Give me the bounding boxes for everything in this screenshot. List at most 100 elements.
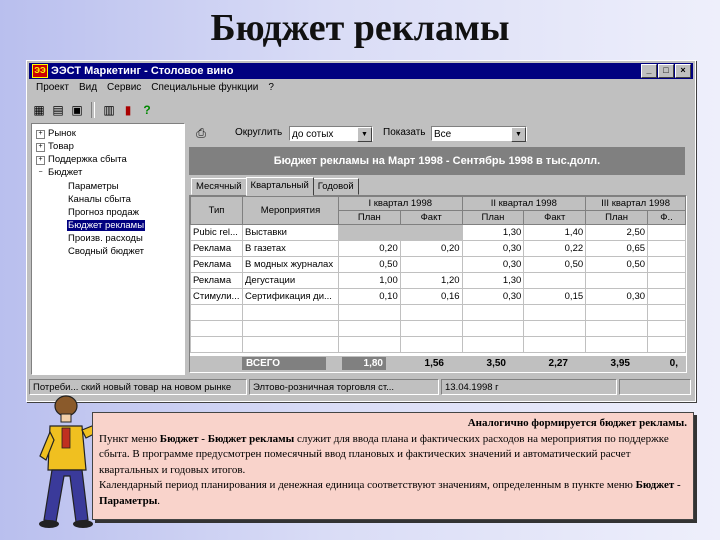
- cell-empty[interactable]: [337, 320, 401, 337]
- table-row[interactable]: Pubic rel... Выставки 1,30 1,40 2,50: [190, 224, 686, 241]
- window-titlebar[interactable]: ЭЭ ЭЭСТ Маркетинг - Столовое вино _ □ ×: [29, 63, 693, 79]
- cell-value[interactable]: 1,00: [337, 272, 401, 289]
- close-button[interactable]: ×: [675, 64, 691, 78]
- cell-empty[interactable]: [647, 336, 686, 353]
- cell-event[interactable]: Выставки: [241, 224, 339, 241]
- cell-value[interactable]: 0,22: [523, 240, 587, 257]
- tab-monthly[interactable]: Месячный: [191, 178, 247, 195]
- table-row[interactable]: Реклама В газетах 0,20 0,20 0,30 0,22 0,65: [190, 240, 686, 257]
- table-row-empty[interactable]: [190, 320, 686, 337]
- cell-value[interactable]: [647, 240, 686, 257]
- printer-icon[interactable]: ⎙: [193, 125, 209, 141]
- round-select[interactable]: до сотых ▼: [289, 126, 373, 142]
- cell-value[interactable]: 1,40: [523, 224, 587, 241]
- expand-icon[interactable]: +: [36, 143, 45, 152]
- cell-empty[interactable]: [585, 320, 649, 337]
- grid-icon[interactable]: ▦: [31, 102, 47, 118]
- tree-item-summary-budget[interactable]: Сводный бюджет: [68, 246, 144, 257]
- cell-type[interactable]: Реклама: [190, 256, 243, 273]
- cell-value[interactable]: [647, 224, 686, 241]
- tree-item-sales-channels[interactable]: Каналы сбыта: [68, 194, 131, 205]
- tab-quarterly[interactable]: Квартальный: [245, 177, 314, 196]
- col-header-event[interactable]: Мероприятия: [241, 196, 339, 225]
- cell-empty[interactable]: [461, 320, 525, 337]
- cell-value[interactable]: 0,30: [461, 240, 525, 257]
- tree-item-budget[interactable]: Бюджет: [48, 167, 82, 178]
- tab-yearly[interactable]: Годовой: [312, 178, 359, 195]
- cell-empty[interactable]: [523, 304, 587, 321]
- cell-empty[interactable]: [241, 320, 339, 337]
- tree-item-ad-budget[interactable]: Бюджет рекламы: [67, 220, 146, 231]
- cell-empty[interactable]: [337, 304, 401, 321]
- cell-value[interactable]: 0,30: [461, 288, 525, 305]
- cell-empty[interactable]: [647, 304, 686, 321]
- cell-empty[interactable]: [190, 304, 243, 321]
- cell-empty[interactable]: [585, 304, 649, 321]
- cell-empty[interactable]: [399, 320, 463, 337]
- collapse-icon[interactable]: −: [36, 169, 45, 178]
- menu-help[interactable]: ?: [263, 81, 279, 97]
- cell-empty[interactable]: [585, 336, 649, 353]
- cell-event[interactable]: Дегустации: [241, 272, 339, 289]
- menu-special[interactable]: Специальные функции: [146, 81, 263, 97]
- menu-service[interactable]: Сервис: [102, 81, 146, 97]
- cell-value[interactable]: [399, 256, 463, 273]
- cell-value[interactable]: [647, 256, 686, 273]
- cell-empty[interactable]: [190, 336, 243, 353]
- cell-empty[interactable]: [190, 320, 243, 337]
- help-icon[interactable]: ?: [139, 102, 155, 118]
- cell-value[interactable]: 0,50: [337, 256, 401, 273]
- cell-empty[interactable]: [399, 336, 463, 353]
- expand-icon[interactable]: +: [36, 130, 45, 139]
- maximize-button[interactable]: □: [658, 64, 674, 78]
- cell-value[interactable]: 1,30: [461, 272, 525, 289]
- form-icon[interactable]: ▣: [69, 102, 85, 118]
- cell-value[interactable]: 0,30: [585, 288, 649, 305]
- cell-value[interactable]: 0,30: [461, 256, 525, 273]
- cell-empty[interactable]: [241, 336, 339, 353]
- expand-icon[interactable]: +: [36, 156, 45, 165]
- cell-value[interactable]: 0,20: [337, 240, 401, 257]
- cell-empty[interactable]: [399, 304, 463, 321]
- cell-value[interactable]: 1,30: [461, 224, 525, 241]
- cell-empty[interactable]: [241, 304, 339, 321]
- cell-value[interactable]: [337, 224, 401, 241]
- cell-value[interactable]: 0,50: [523, 256, 587, 273]
- cell-event[interactable]: В модных журналах: [241, 256, 339, 273]
- cell-empty[interactable]: [523, 336, 587, 353]
- cell-value[interactable]: 0,50: [585, 256, 649, 273]
- tree-item-production-costs[interactable]: Произв. расходы: [68, 233, 143, 244]
- exit-door-icon[interactable]: ▮: [120, 102, 136, 118]
- cell-value[interactable]: 2,50: [585, 224, 649, 241]
- table-icon[interactable]: ▤: [50, 102, 66, 118]
- cell-value[interactable]: 0,10: [337, 288, 401, 305]
- cell-event[interactable]: В газетах: [241, 240, 339, 257]
- menu-view[interactable]: Вид: [74, 81, 102, 97]
- menu-project[interactable]: Проект: [31, 81, 74, 97]
- cell-value[interactable]: 0,16: [399, 288, 463, 305]
- cell-type[interactable]: Стимули...: [190, 288, 243, 305]
- table-row-empty[interactable]: [190, 336, 686, 353]
- tree-item-sales-support[interactable]: Поддержка сбыта: [48, 154, 127, 165]
- cell-value[interactable]: 0,15: [523, 288, 587, 305]
- col-header-type[interactable]: Тип: [190, 196, 243, 225]
- chevron-down-icon[interactable]: ▼: [357, 127, 372, 142]
- cell-empty[interactable]: [461, 336, 525, 353]
- cell-value[interactable]: 0,65: [585, 240, 649, 257]
- table-row[interactable]: Реклама Дегустации 1,00 1,20 1,30: [190, 272, 686, 289]
- cell-empty[interactable]: [647, 320, 686, 337]
- table-row-empty[interactable]: [190, 304, 686, 321]
- cell-empty[interactable]: [461, 304, 525, 321]
- cell-value[interactable]: [647, 272, 686, 289]
- tree-item-parameters[interactable]: Параметры: [68, 181, 119, 192]
- tree-item-product[interactable]: Товар: [48, 141, 74, 152]
- cell-value[interactable]: [585, 272, 649, 289]
- table-row[interactable]: Реклама В модных журналах 0,50 0,30 0,50 0,50: [190, 256, 686, 273]
- cell-value[interactable]: [647, 288, 686, 305]
- cell-value[interactable]: [523, 272, 587, 289]
- cell-empty[interactable]: [523, 320, 587, 337]
- tree-item-market[interactable]: Рынок: [48, 128, 76, 139]
- cell-type[interactable]: Реклама: [190, 240, 243, 257]
- cell-value[interactable]: 0,20: [399, 240, 463, 257]
- calculator-icon[interactable]: ▥: [101, 102, 117, 118]
